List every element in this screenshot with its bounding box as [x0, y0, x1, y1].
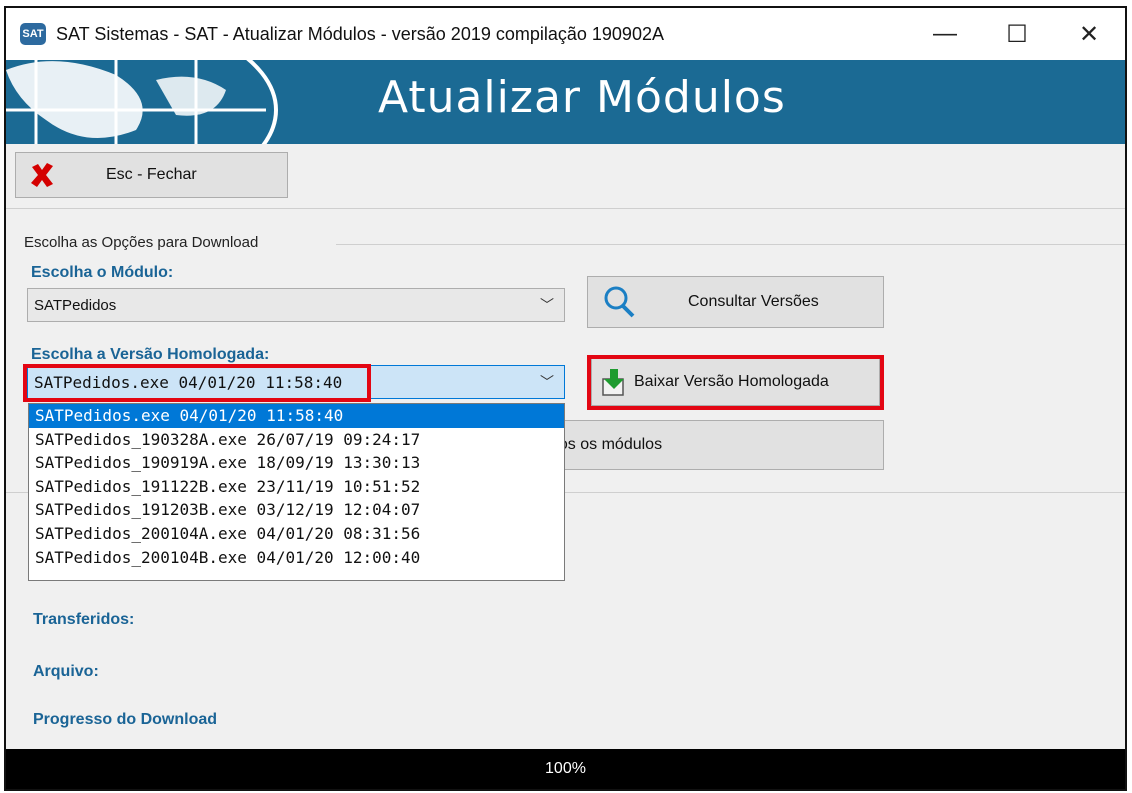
dropdown-item[interactable]: SATPedidos.exe 04/01/20 11:58:40: [29, 404, 564, 428]
module-select-value: SATPedidos: [34, 296, 117, 314]
app-window: SAT SAT Sistemas - SAT - Atualizar Módul…: [4, 6, 1127, 791]
dropdown-item[interactable]: SATPedidos_191203B.exe 03/12/19 12:04:07: [29, 498, 564, 522]
dropdown-item[interactable]: SATPedidos_191122B.exe 23/11/19 10:51:52: [29, 475, 564, 499]
all-modules-button[interactable]: dos os módulos: [546, 420, 884, 470]
title-bar: SAT SAT Sistemas - SAT - Atualizar Módul…: [6, 8, 1125, 60]
consult-versions-label: Consultar Versões: [688, 293, 819, 310]
close-button[interactable]: Esc - Fechar: [15, 152, 288, 198]
chevron-down-icon: ﹀: [540, 297, 554, 313]
close-button-label: Esc - Fechar: [106, 166, 197, 183]
window-title: SAT Sistemas - SAT - Atualizar Módulos -…: [56, 23, 664, 44]
all-modules-label: dos os módulos: [550, 436, 663, 453]
dropdown-item[interactable]: SATPedidos_190328A.exe 26/07/19 09:24:17: [29, 428, 564, 452]
globe-icon: [6, 60, 278, 144]
file-label: Arquivo:: [33, 663, 99, 680]
dropdown-item[interactable]: SATPedidos_200104B.exe 04/01/20 12:00:40: [29, 546, 564, 570]
module-label: Escolha o Módulo:: [31, 264, 174, 281]
red-x-icon: [31, 163, 53, 187]
dropdown-item[interactable]: SATPedidos_200104A.exe 04/01/20 08:31:56: [29, 522, 564, 546]
close-window-button[interactable]: ✕: [1053, 8, 1125, 60]
transferred-label: Transferidos:: [33, 611, 135, 628]
magnifier-icon: [604, 286, 635, 318]
banner-title: Atualizar Módulos: [378, 72, 786, 123]
app-icon: SAT: [20, 23, 46, 45]
progress-label: Progresso do Download: [33, 711, 218, 728]
maximize-button[interactable]: ☐: [981, 8, 1053, 60]
version-label: Escolha a Versão Homologada:: [31, 346, 270, 363]
header-banner: Atualizar Módulos: [6, 60, 1125, 144]
version-dropdown-list[interactable]: SATPedidos.exe 04/01/20 11:58:40 SATPedi…: [28, 403, 565, 581]
toolbar-divider: [6, 208, 1125, 209]
progress-value: 100%: [545, 760, 586, 777]
module-select[interactable]: SATPedidos ﹀: [27, 288, 565, 322]
download-highlight-box: [587, 355, 884, 410]
download-progress-bar: 100%: [6, 749, 1125, 789]
group-border: [336, 244, 1125, 245]
version-highlight-box: [23, 364, 371, 402]
chevron-down-icon: ﹀: [540, 375, 554, 391]
minimize-button[interactable]: —: [909, 8, 981, 60]
consult-versions-button[interactable]: Consultar Versões: [587, 276, 884, 328]
download-options-group-label: Escolha as Opções para Download: [24, 234, 263, 251]
dropdown-item[interactable]: SATPedidos_190919A.exe 18/09/19 13:30:13: [29, 451, 564, 475]
